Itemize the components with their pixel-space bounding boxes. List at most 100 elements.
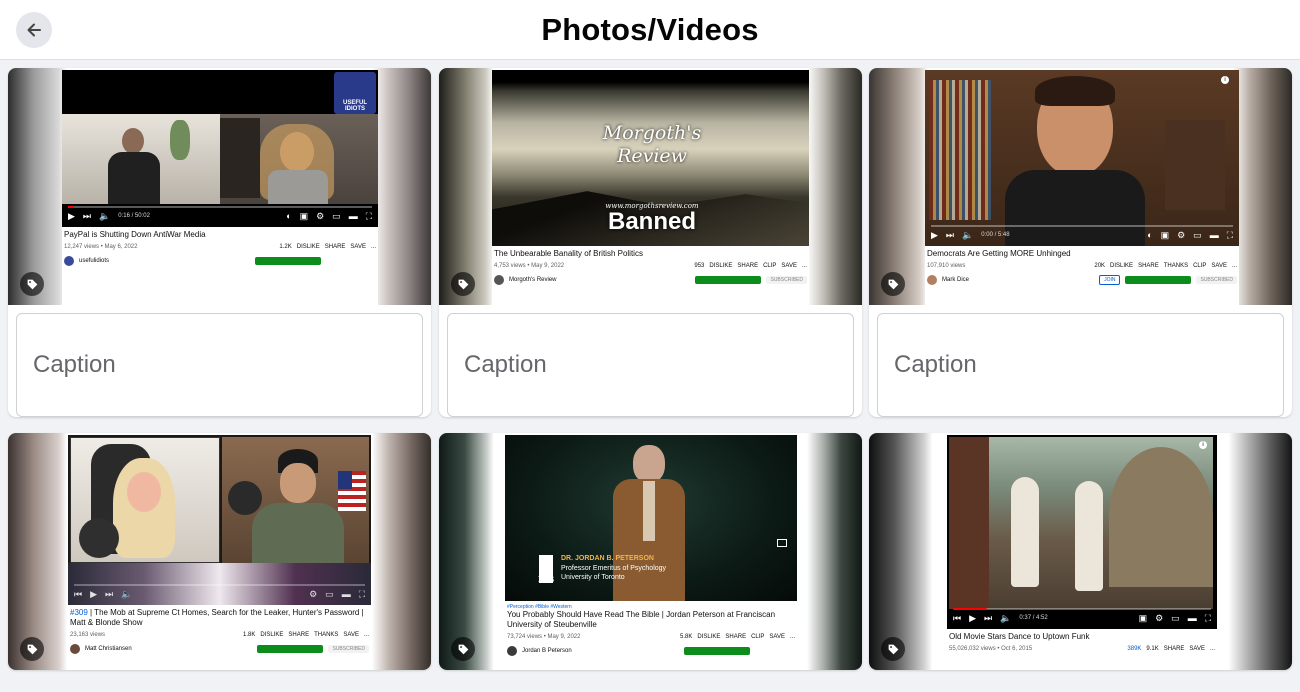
lower-third-university: University of Toronto [561, 574, 625, 581]
play-icon[interactable]: ▶ [90, 589, 97, 599]
fullscreen-icon[interactable]: ⛶ [1205, 613, 1211, 623]
tag-button[interactable] [451, 272, 475, 296]
video-frame: i ⏮ ▶ ⏭ 🔈 0:37 / 4:52 ▣ ⚙ ▭ ▬ ⛶ [947, 435, 1217, 629]
caption-input[interactable] [447, 313, 854, 417]
miniplayer-icon[interactable]: ▭ [325, 589, 334, 599]
tag-button[interactable] [881, 637, 905, 661]
theater-icon[interactable]: ▬ [1188, 613, 1197, 623]
media-card: FUS DR. JORDAN B. PETERSON Professor Eme… [439, 433, 862, 670]
dislike-label: DISLIKE [1110, 263, 1134, 269]
media-preview[interactable]: ⏮ ▶ ⏭ 🔈 ⚙ ▭ ▬ ⛶ #309 | The Mob at Suprem… [8, 433, 431, 670]
dislike-label: DISLIKE [260, 632, 284, 638]
miniplayer-icon[interactable]: ▭ [1171, 613, 1180, 623]
next-icon[interactable]: ⏭ [984, 613, 992, 623]
captions-icon[interactable]: ▣ [300, 211, 309, 221]
tag-button[interactable] [451, 637, 475, 661]
like-count: 1.2K [279, 244, 292, 250]
channel-name: usefulidiots [79, 258, 110, 264]
tag-button[interactable] [20, 637, 44, 661]
next-icon[interactable]: ⏭ [105, 589, 113, 599]
video-stats: 12,247 views • May 6, 2022 1.2K DISLIKE … [64, 244, 376, 250]
channel-row: Mark Dice JOIN SUBSCRIBED [927, 275, 1237, 285]
caption-wrapper [869, 305, 1292, 417]
clip-label: CLIP [751, 634, 765, 640]
video-screenshot: ⏮ ▶ ⏭ 🔈 ⚙ ▭ ▬ ⛶ #309 | The Mob at Suprem… [68, 435, 371, 670]
previous-icon[interactable]: ⏮ [74, 589, 82, 599]
autoplay-icon[interactable]: ◐ [286, 211, 291, 221]
caption-input[interactable] [877, 313, 1284, 417]
info-icon[interactable]: i [1221, 76, 1229, 84]
caption-input[interactable] [16, 313, 423, 417]
left-host [70, 437, 220, 563]
hashtag-link[interactable]: #309 [70, 608, 88, 617]
thanks-label: THANKS [1163, 263, 1189, 269]
settings-icon[interactable]: ⚙ [316, 211, 324, 221]
theater-icon[interactable]: ▬ [342, 589, 351, 599]
play-icon[interactable]: ▶ [969, 613, 976, 623]
cast-icon[interactable] [777, 539, 787, 547]
avatar [927, 275, 937, 285]
header: Photos/Videos [0, 0, 1300, 60]
time-display: 0:00 / 5:48 [981, 232, 1010, 238]
theater-icon[interactable]: ▬ [349, 211, 358, 221]
volume-icon[interactable]: 🔈 [1000, 613, 1011, 623]
video-screenshot: i ▶ ⏭ 🔈 0:00 / 5:48 ◐ ▣ ⚙ ▭ ▬ ⛶ Democrat… [925, 70, 1239, 305]
volume-icon[interactable]: 🔈 [962, 230, 973, 240]
volume-icon[interactable]: 🔈 [99, 211, 110, 221]
tag-icon [458, 279, 468, 289]
captions-icon[interactable]: ▣ [1139, 613, 1148, 623]
video-title: The Unbearable Banality of British Polit… [494, 249, 643, 258]
video-stats: 73,724 views • May 9, 2022 5.8K DISLIKE … [507, 634, 795, 640]
info-icon[interactable]: i [1199, 441, 1207, 449]
channel-name: Matt Christiansen [85, 646, 132, 652]
page-title: Photos/Videos [541, 12, 759, 47]
save-label: SAVE [350, 244, 366, 250]
subscribed-button: SUBSCRIBED [766, 276, 807, 284]
video-meta: #309 | The Mob at Supreme Ct Homes, Sear… [68, 605, 371, 654]
video-meta: #Perception #Bible #Western You Probably… [505, 601, 797, 656]
theater-icon[interactable]: ▬ [1210, 230, 1219, 240]
share-label: SHARE [1163, 646, 1185, 652]
settings-icon[interactable]: ⚙ [309, 589, 317, 599]
video-title: PayPal is Shutting Down AntiWar Media [64, 230, 206, 239]
channel-row: Jordan B Peterson [507, 646, 795, 656]
save-label: SAVE [1211, 263, 1227, 269]
tag-button[interactable] [881, 272, 905, 296]
fullscreen-icon[interactable]: ⛶ [366, 211, 372, 221]
media-preview[interactable]: FUS DR. JORDAN B. PETERSON Professor Eme… [439, 433, 862, 670]
video-frame: i ▶ ⏭ 🔈 0:00 / 5:48 ◐ ▣ ⚙ ▭ ▬ ⛶ [925, 70, 1239, 246]
video-meta: Democrats Are Getting MORE Unhinged 107,… [925, 246, 1239, 285]
miniplayer-icon[interactable]: ▭ [332, 211, 341, 221]
media-preview[interactable]: USEFUL IDIOTS ▶ ⏭ 🔈 0:16 / 50:02 ◐ ▣ ⚙ ▭… [8, 68, 431, 305]
more-label: ... [1231, 263, 1237, 269]
settings-icon[interactable]: ⚙ [1177, 230, 1185, 240]
media-preview[interactable]: Morgoth's Review www.morgothsreview.com … [439, 68, 862, 305]
autoplay-icon[interactable]: ◐ [1147, 230, 1152, 240]
media-preview[interactable]: i ▶ ⏭ 🔈 0:00 / 5:48 ◐ ▣ ⚙ ▭ ▬ ⛶ Democrat… [869, 68, 1292, 305]
play-icon[interactable]: ▶ [68, 211, 75, 221]
tag-icon [27, 279, 37, 289]
video-screenshot: USEFUL IDIOTS ▶ ⏭ 🔈 0:16 / 50:02 ◐ ▣ ⚙ ▭… [62, 70, 378, 305]
captions-icon[interactable]: ▣ [1161, 230, 1170, 240]
fullscreen-icon[interactable]: ⛶ [1227, 230, 1233, 240]
next-icon[interactable]: ⏭ [946, 230, 954, 240]
dislike-label: DISLIKE [697, 634, 721, 640]
left-speaker [62, 114, 220, 204]
miniplayer-icon[interactable]: ▭ [1193, 230, 1202, 240]
next-icon[interactable]: ⏭ [83, 211, 91, 221]
video-stats: 55,026,032 views • Oct 6, 2015 389K 9.1K… [949, 646, 1215, 652]
right-speaker [220, 114, 378, 204]
media-preview[interactable]: i ⏮ ▶ ⏭ 🔈 0:37 / 4:52 ▣ ⚙ ▭ ▬ ⛶ Old Movi… [869, 433, 1292, 670]
tag-button[interactable] [20, 272, 44, 296]
share-label: SHARE [288, 632, 310, 638]
dislike-label: DISLIKE [296, 244, 320, 250]
more-label: ... [789, 634, 795, 640]
previous-icon[interactable]: ⏮ [953, 613, 961, 623]
play-icon[interactable]: ▶ [931, 230, 938, 240]
time-display: 0:16 / 50:02 [118, 213, 150, 219]
settings-icon[interactable]: ⚙ [1155, 613, 1163, 623]
download-button [257, 645, 324, 653]
fullscreen-icon[interactable]: ⛶ [359, 589, 365, 599]
video-frame: Morgoth's Review www.morgothsreview.com … [492, 70, 809, 246]
volume-icon[interactable]: 🔈 [121, 589, 132, 599]
